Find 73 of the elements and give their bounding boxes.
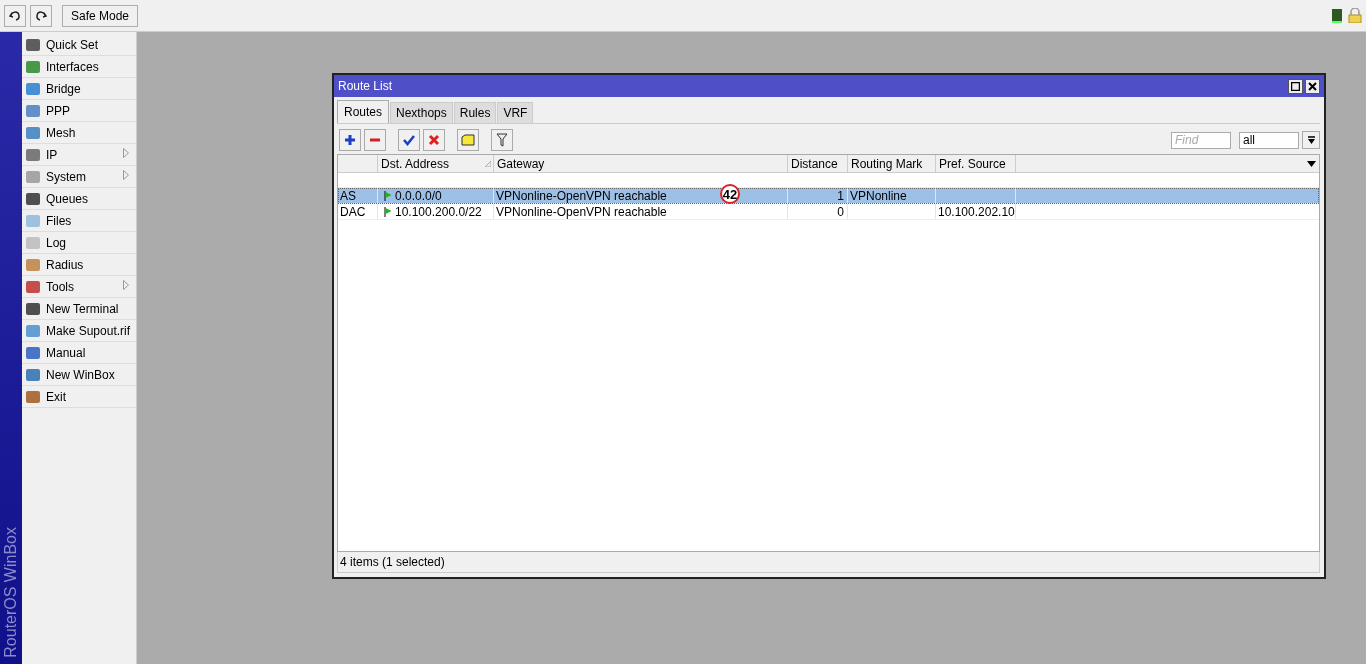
sidebar-item[interactable]: Bridge [22,78,136,100]
flag-icon [384,206,392,217]
disable-button[interactable] [423,129,445,151]
sort-indicator-icon [485,160,491,167]
tab[interactable]: Routes [337,100,390,123]
lock-icon [1348,8,1362,23]
submenu-arrow-icon [123,170,129,180]
maximize-button[interactable] [1288,78,1303,94]
sidebar-item[interactable]: Manual [22,342,136,364]
undo-button[interactable] [4,4,26,27]
filter-button[interactable] [491,129,513,151]
sidebar-item[interactable]: Tools [22,276,136,298]
remove-button[interactable] [364,129,386,151]
sidebar-item[interactable]: New Terminal [22,298,136,320]
enable-button[interactable] [398,129,420,151]
sidebar-item[interactable]: Queues [22,188,136,210]
redo-button[interactable] [30,4,52,27]
comment-button[interactable] [457,129,479,151]
sidebar-item[interactable]: Quick Set [22,34,136,56]
sidebar-item[interactable]: Make Supout.rif [22,320,136,342]
sidebar-item[interactable]: Mesh [22,122,136,144]
plus-icon [344,134,356,146]
number-badge: 42 [720,184,740,204]
tab[interactable]: Rules [453,102,497,123]
dropdown-button[interactable] [1302,131,1320,149]
checkmark-icon [403,134,415,146]
table-cell: VPNonline-OpenVPN reachable [496,188,667,203]
sidebar-item[interactable]: Radius [22,254,136,276]
status-indicator-icon [1332,8,1342,23]
caret-icon [1307,160,1316,167]
sidebar-item[interactable]: PPP [22,100,136,122]
x-mark-icon [428,134,440,146]
sidebar-item[interactable]: System [22,166,136,188]
funnel-icon [496,133,508,147]
flag-icon [384,190,392,201]
find-field[interactable]: Find [1171,131,1231,149]
sidebar-item[interactable]: Interfaces [22,56,136,78]
note-icon [461,134,475,146]
status-text: 4 items (1 selected) [340,555,445,569]
table-cell: 10.100.200.0/22 [395,204,482,219]
table-cell: 0.0.0.0/0 [395,188,442,203]
sidebar-item[interactable]: IP [22,144,136,166]
submenu-arrow-icon [123,148,129,158]
submenu-arrow-icon [123,280,129,290]
brand-label: RouterOS WinBox [2,527,20,658]
table-cell: 0 [837,204,844,219]
tab[interactable]: VRF [497,102,534,123]
window-title: Route List [338,79,393,93]
caret-icon [1306,135,1316,145]
column-header[interactable]: Distance [788,155,848,172]
column-header[interactable]: Gateway [494,155,788,172]
column-menu-button[interactable] [1304,160,1319,167]
column-header[interactable]: Dst. Address [378,155,494,172]
table-cell: 1 [837,188,844,203]
table-row[interactable]: DAC 10.100.200.0/22 VPNonline-OpenVPN reachable 0 10.100.202.10 [338,204,1319,220]
redo-icon [35,9,47,22]
tab[interactable]: Nexthops [390,102,453,123]
column-header[interactable]: Routing Mark [848,155,936,172]
safe-mode-button[interactable]: Safe Mode [62,4,139,27]
column-header[interactable]: Pref. Source [936,155,1016,172]
add-button[interactable] [339,129,361,151]
table-cell: DAC [340,204,366,219]
table-cell: VPNonline [850,188,907,203]
undo-icon [9,9,21,22]
sidebar-item[interactable]: New WinBox [22,364,136,386]
sidebar-item[interactable]: Log [22,232,136,254]
close-button[interactable] [1305,78,1320,94]
table-cell: AS [340,188,356,203]
table-cell: VPNonline-OpenVPN reachable [496,204,667,219]
table-cell: 10.100.202.10 [938,204,1015,219]
sidebar-item[interactable]: Files [22,210,136,232]
sidebar-item[interactable]: Exit [22,386,136,408]
filter-field[interactable]: all [1239,131,1299,149]
